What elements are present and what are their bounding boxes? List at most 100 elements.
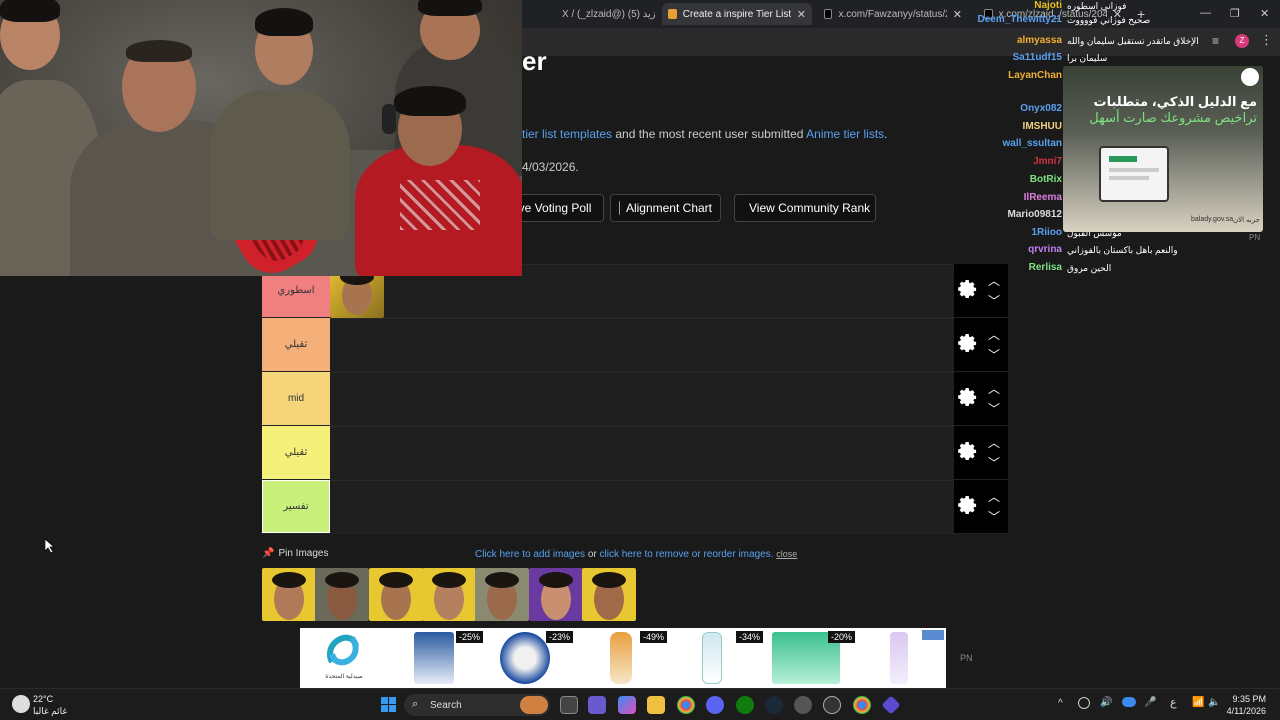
tab-label: x.com/zlzaid_/status/2040919 — [998, 8, 1107, 20]
obs-icon[interactable] — [823, 696, 841, 714]
chat-username[interactable]: qrvrina — [1028, 244, 1062, 255]
steam-icon[interactable] — [765, 696, 783, 714]
weather-icon[interactable] — [12, 695, 30, 713]
chat-username[interactable]: Jmni7 — [1033, 156, 1062, 167]
tier-label[interactable]: ثقيلي — [262, 426, 330, 479]
gear-icon[interactable] — [958, 334, 978, 354]
chat-username[interactable]: LayanChan — [1008, 70, 1062, 81]
language-indicator[interactable]: ع — [1170, 696, 1177, 709]
gear-icon[interactable] — [958, 442, 978, 462]
tab-label: Create a inspire Tier List - TierMaker — [682, 8, 791, 20]
chevron-down-icon[interactable]: ﹀ — [988, 400, 1000, 417]
remove-reorder-link[interactable]: click here to remove or reorder images. — [600, 549, 774, 560]
tier-drop-zone[interactable] — [330, 426, 954, 479]
chat-username[interactable]: Onyx082 — [1020, 103, 1062, 114]
teams-icon[interactable] — [588, 696, 606, 714]
view-community-rank-button[interactable]: View Community Rank — [734, 194, 876, 222]
chevron-up-icon[interactable]: ︿ — [988, 272, 1000, 289]
chrome-profile-icon[interactable] — [853, 696, 871, 714]
chat-username[interactable]: BotRix — [1030, 174, 1062, 185]
microphone-icon[interactable]: 🎤 — [1144, 697, 1156, 708]
chevron-down-icon[interactable]: ﹀ — [988, 508, 1000, 525]
chat-username[interactable]: wall_ssultan — [1003, 138, 1062, 149]
maximize-icon[interactable]: ❐ — [1230, 7, 1240, 20]
image-pool — [262, 568, 636, 622]
weather-widget[interactable]: 22°C غائم غالبا — [33, 693, 67, 717]
ad-corner-mark: PN — [1249, 233, 1261, 242]
taskbar-clock[interactable]: 9:35 PM 4/11/2026 — [1227, 693, 1266, 717]
tier-drop-zone[interactable] — [330, 480, 954, 533]
wifi-icon[interactable]: 📶 — [1192, 697, 1204, 708]
pool-image[interactable] — [315, 568, 370, 621]
pool-image[interactable] — [475, 568, 530, 621]
page-title: er — [522, 46, 547, 76]
ad-banner-corner-mark: PN — [960, 653, 973, 663]
chevron-down-icon[interactable]: ﹀ — [988, 346, 1000, 363]
close-window-icon[interactable]: ✕ — [1260, 7, 1269, 20]
anime-tier-lists-link[interactable]: Anime tier lists — [806, 127, 884, 141]
close-link[interactable]: close — [776, 549, 797, 559]
live-voting-poll-button[interactable]: ive Voting Poll — [508, 194, 604, 222]
reading-list-icon[interactable]: ≡ — [1212, 34, 1219, 48]
weather-desc: غائم غالبا — [33, 706, 68, 716]
profile-avatar[interactable]: Z — [1235, 34, 1249, 48]
chevron-up-icon[interactable]: ︿ — [988, 326, 1000, 343]
tier-drop-zone[interactable] — [330, 372, 954, 425]
gear-icon[interactable] — [958, 280, 978, 300]
show-hidden-icons[interactable]: ^ — [1058, 698, 1063, 709]
chat-username[interactable]: 1Riioo — [1031, 227, 1062, 238]
tab-x-fawzanyy[interactable]: x.com/Fawzanyy/status/20428 ✕ — [818, 3, 968, 25]
ad-banner[interactable]: صيدلية المتحدة -25% -23% -49% -34% -20% — [300, 628, 946, 688]
chevron-up-icon[interactable]: ︿ — [988, 380, 1000, 397]
tab-x-zlzaid-status[interactable]: x.com/zlzaid_/status/2040919 ✕ — [978, 3, 1128, 25]
tier-label[interactable]: تفسير — [262, 480, 330, 533]
app-icon[interactable] — [881, 695, 901, 715]
copilot-icon[interactable] — [618, 696, 636, 714]
pool-image[interactable] — [262, 568, 316, 621]
close-tab-icon[interactable]: ✕ — [953, 8, 962, 21]
gear-icon[interactable] — [958, 388, 978, 408]
ad-info-icon[interactable] — [922, 630, 944, 640]
tab-tiermaker[interactable]: Create a inspire Tier List - TierMaker ✕ — [662, 3, 812, 25]
pool-image[interactable] — [368, 568, 423, 621]
tier-label[interactable]: ثقيلي — [262, 318, 330, 371]
tier-controls: ︿ ﹀ — [954, 318, 1008, 371]
tier-drop-zone[interactable] — [330, 318, 954, 371]
close-tab-icon[interactable]: ✕ — [1113, 8, 1122, 21]
volume-icon[interactable]: 🔈 — [1208, 697, 1220, 708]
pool-image[interactable] — [581, 568, 636, 621]
ad-popup[interactable]: مع الدليل الذكي، متطلبات تراخيص مشروعك ص… — [1063, 66, 1263, 232]
chevron-up-icon[interactable]: ︿ — [988, 434, 1000, 451]
pool-image[interactable] — [421, 568, 476, 621]
discord-icon[interactable] — [706, 696, 724, 714]
chevron-down-icon[interactable]: ﹀ — [988, 292, 1000, 309]
chevron-down-icon[interactable]: ﹀ — [988, 454, 1000, 471]
tier-label[interactable]: mid — [262, 372, 330, 425]
file-explorer-icon[interactable] — [647, 696, 665, 714]
tier-list-templates-link[interactable]: tier list templates — [522, 127, 612, 141]
speaker-icon[interactable]: 🔊 — [1100, 697, 1112, 708]
menu-icon[interactable]: ⋮ — [1260, 32, 1273, 48]
chat-username[interactable]: IMSHUU — [1023, 121, 1062, 132]
ad-cta[interactable]: جربه الان — [1233, 216, 1260, 224]
chevron-up-icon[interactable]: ︿ — [988, 488, 1000, 505]
pin-images-toggle[interactable]: 📌 Pin Images — [262, 548, 328, 559]
settings-icon[interactable] — [794, 696, 812, 714]
chat-username[interactable]: Mario09812 — [1008, 209, 1062, 220]
chat-username[interactable]: IlReema — [1024, 192, 1062, 203]
minimize-icon[interactable]: — — [1200, 7, 1211, 19]
close-tab-icon[interactable]: ✕ — [797, 8, 806, 21]
x-favicon-icon — [824, 9, 833, 19]
alignment-chart-button[interactable]: Alignment Chart — [610, 194, 721, 222]
add-images-link[interactable]: Click here to add images — [475, 549, 585, 560]
onedrive-icon[interactable] — [1122, 697, 1136, 707]
task-view-icon[interactable] — [560, 696, 578, 714]
windows-start-icon[interactable] — [381, 697, 397, 713]
chat-username[interactable]: Rerlisa — [1029, 262, 1062, 273]
pool-image[interactable] — [528, 568, 583, 621]
gear-icon[interactable] — [958, 496, 978, 516]
new-tab-button[interactable]: + — [1137, 6, 1145, 22]
tray-app-icon[interactable] — [1078, 697, 1090, 709]
xbox-icon[interactable] — [736, 696, 754, 714]
chrome-icon[interactable] — [677, 696, 695, 714]
